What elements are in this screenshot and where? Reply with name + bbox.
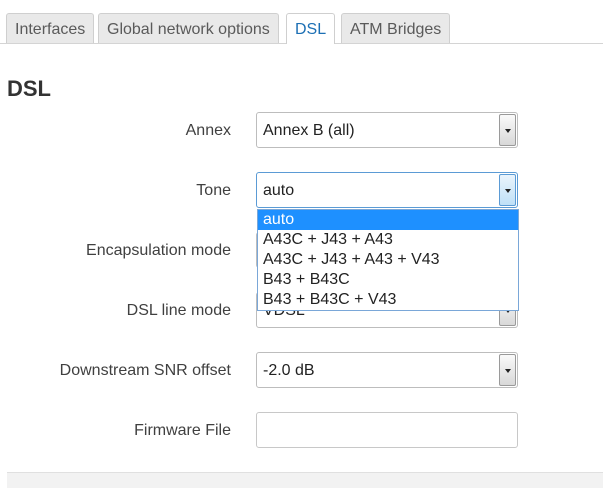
chevron-down-icon[interactable] [499,354,516,386]
tone-select[interactable]: auto [256,172,518,208]
annex-select[interactable]: Annex B (all) [256,112,518,148]
tone-option[interactable]: B43 + B43C [258,270,518,290]
tab-atm-bridges[interactable]: ATM Bridges [341,13,451,43]
tab-global-network-options[interactable]: Global network options [98,13,279,43]
tone-value: auto [263,182,295,199]
tone-option[interactable]: A43C + J43 + A43 + V43 [258,250,518,270]
tone-label: Tone [196,182,231,199]
dsl-line-mode-label: DSL line mode [126,302,231,319]
tone-option[interactable]: auto [258,210,518,230]
tab-bar: Interfaces Global network options DSL AT… [0,0,603,44]
firmware-file-label: Firmware File [134,422,231,439]
annex-label: Annex [185,122,231,139]
tone-option[interactable]: A43C + J43 + A43 [258,230,518,250]
downstream-snr-offset-select[interactable]: -2.0 dB [256,352,518,388]
firmware-file-input[interactable] [256,412,518,448]
form-footer [7,472,603,488]
annex-value: Annex B (all) [263,122,355,139]
tab-dsl[interactable]: DSL [286,13,336,44]
tone-option[interactable]: B43 + B43C + V43 [258,290,518,310]
downstream-snr-offset-value: -2.0 dB [263,362,315,379]
tab-interfaces[interactable]: Interfaces [6,13,95,43]
section-title: DSL [7,76,51,101]
chevron-down-icon[interactable] [499,114,516,146]
tone-dropdown-list: auto A43C + J43 + A43 A43C + J43 + A43 +… [257,209,519,311]
encapsulation-mode-label: Encapsulation mode [86,242,231,259]
downstream-snr-offset-label: Downstream SNR offset [59,362,231,379]
chevron-down-icon[interactable] [499,174,516,206]
